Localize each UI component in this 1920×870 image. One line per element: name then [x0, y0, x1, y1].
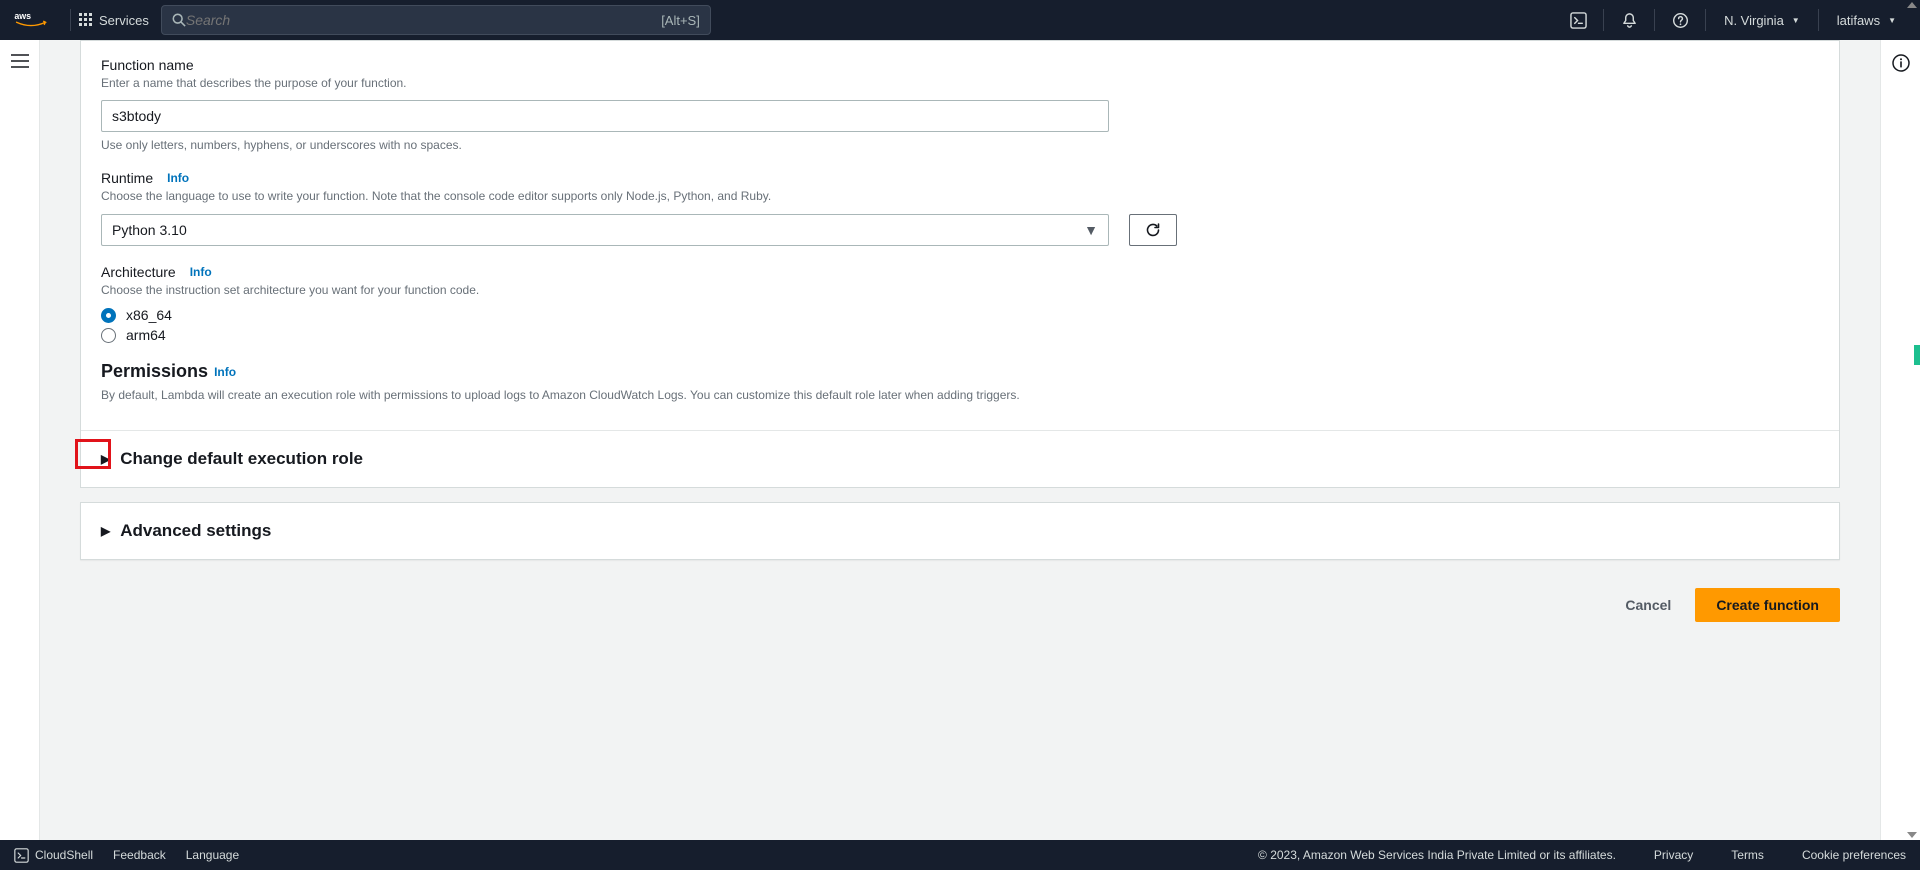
permissions-field: Permissions Info By default, Lambda will… [101, 361, 1819, 402]
execution-role-expander-label: Change default execution role [120, 449, 363, 469]
cloudshell-label: CloudShell [35, 848, 93, 862]
runtime-select[interactable]: Python 3.10 ▼ [101, 214, 1109, 246]
divider [1654, 9, 1655, 31]
grid-icon [79, 13, 93, 27]
cancel-button[interactable]: Cancel [1619, 589, 1677, 621]
execution-role-expander[interactable]: ▶ Change default execution role [81, 431, 1839, 487]
search-shortcut: [Alt+S] [661, 13, 700, 28]
privacy-link[interactable]: Privacy [1654, 848, 1693, 862]
architecture-arm-label: arm64 [126, 327, 166, 343]
region-selector[interactable]: N. Virginia [1714, 13, 1810, 28]
architecture-field: Architecture Info Choose the instruction… [101, 264, 1819, 343]
function-name-desc: Enter a name that describes the purpose … [101, 75, 1819, 92]
refresh-icon [1145, 222, 1161, 238]
architecture-desc: Choose the instruction set architecture … [101, 282, 1819, 299]
form-actions: Cancel Create function [80, 588, 1840, 622]
aws-logo[interactable]: aws [14, 10, 48, 30]
advanced-settings-expander[interactable]: ▶ Advanced settings [81, 503, 1839, 559]
function-name-field: Function name Enter a name that describe… [101, 57, 1819, 152]
search-icon [172, 13, 186, 27]
search-input[interactable] [186, 12, 661, 28]
divider [1818, 9, 1819, 31]
caret-right-icon: ▶ [101, 524, 110, 538]
global-search[interactable]: [Alt+S] [161, 5, 711, 35]
left-nav-rail [0, 40, 40, 840]
cloudshell-icon[interactable] [1561, 12, 1595, 29]
permissions-label: Permissions [101, 361, 208, 382]
function-name-label: Function name [101, 57, 1819, 73]
architecture-label: Architecture [101, 264, 176, 280]
architecture-x86-label: x86_64 [126, 307, 172, 323]
divider [1603, 9, 1604, 31]
account-menu[interactable]: latifaws [1827, 13, 1906, 28]
advanced-settings-label: Advanced settings [120, 521, 271, 541]
cookies-link[interactable]: Cookie preferences [1802, 848, 1906, 862]
main-content: Function name Enter a name that describe… [40, 40, 1880, 840]
architecture-arm-radio[interactable]: arm64 [101, 327, 1819, 343]
permissions-info-link[interactable]: Info [214, 365, 236, 379]
radio-icon [101, 328, 116, 343]
runtime-label: Runtime [101, 170, 153, 186]
right-help-rail [1880, 40, 1920, 840]
chevron-down-icon: ▼ [1084, 222, 1098, 238]
runtime-field: Runtime Info Choose the language to use … [101, 170, 1819, 245]
language-link[interactable]: Language [186, 848, 239, 862]
svg-text:aws: aws [14, 11, 31, 21]
services-menu[interactable]: Services [79, 13, 149, 28]
scroll-up-arrow[interactable] [1907, 2, 1917, 8]
feedback-link[interactable]: Feedback [113, 848, 166, 862]
terms-link[interactable]: Terms [1731, 848, 1764, 862]
help-icon[interactable] [1663, 12, 1697, 29]
copyright-text: © 2023, Amazon Web Services India Privat… [1258, 848, 1616, 862]
advanced-settings-panel: ▶ Advanced settings [80, 502, 1840, 560]
cloudshell-link[interactable]: CloudShell [14, 848, 93, 863]
divider [70, 9, 71, 31]
services-label: Services [99, 13, 149, 28]
function-name-hint: Use only letters, numbers, hyphens, or u… [101, 138, 1819, 152]
notifications-icon[interactable] [1612, 12, 1646, 29]
permissions-desc: By default, Lambda will create an execut… [101, 388, 1819, 402]
hamburger-icon[interactable] [11, 54, 29, 68]
caret-right-icon: ▶ [101, 452, 110, 466]
create-function-button[interactable]: Create function [1695, 588, 1840, 622]
cloudshell-icon [14, 848, 29, 863]
architecture-x86-radio[interactable]: x86_64 [101, 307, 1819, 323]
info-icon[interactable] [1892, 54, 1910, 72]
runtime-info-link[interactable]: Info [167, 171, 189, 185]
basic-info-panel: Function name Enter a name that describe… [80, 40, 1840, 488]
function-name-input[interactable] [101, 100, 1109, 132]
runtime-desc: Choose the language to use to write your… [101, 188, 1819, 205]
scroll-indicator [1914, 345, 1920, 365]
scroll-down-arrow[interactable] [1907, 832, 1917, 838]
divider [1705, 9, 1706, 31]
radio-icon [101, 308, 116, 323]
architecture-info-link[interactable]: Info [190, 265, 212, 279]
global-footer: CloudShell Feedback Language © 2023, Ama… [0, 840, 1920, 870]
global-navbar: aws Services [Alt+S] N. Virginia latifaw… [0, 0, 1920, 40]
runtime-value: Python 3.10 [112, 222, 187, 238]
runtime-refresh-button[interactable] [1129, 214, 1177, 246]
